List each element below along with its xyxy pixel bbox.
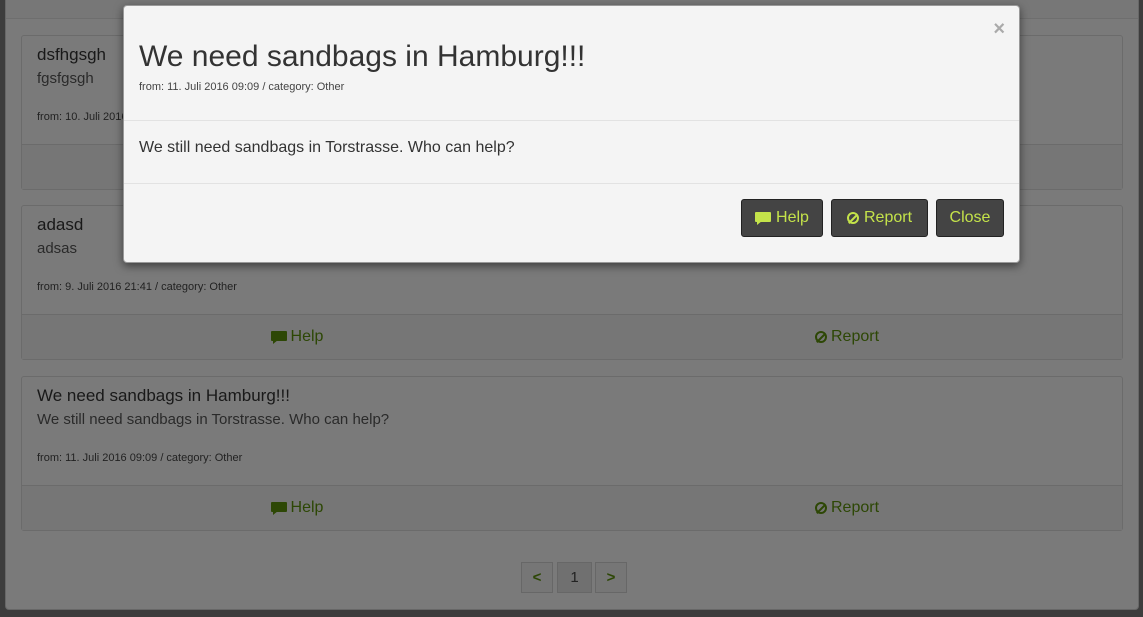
modal-title: We need sandbags in Hamburg!!!: [139, 40, 586, 73]
modal-report-button[interactable]: Report: [831, 199, 928, 237]
request-detail-modal: × We need sandbags in Hamburg!!! from: 1…: [123, 5, 1020, 263]
modal-close-button[interactable]: Close: [936, 199, 1004, 237]
close-icon[interactable]: ×: [993, 19, 1005, 39]
ban-icon: [846, 212, 859, 224]
modal-header: × We need sandbags in Hamburg!!! from: 1…: [124, 6, 1019, 121]
modal-footer: Help Report Close: [124, 184, 1019, 262]
comment-icon: [755, 211, 772, 225]
modal-body: We still need sandbags in Torstrasse. Wh…: [124, 121, 1019, 184]
modal-meta: from: 11. Juli 2016 09:09 / category: Ot…: [139, 81, 345, 93]
modal-close-label: Close: [949, 209, 991, 226]
modal-help-button[interactable]: Help: [741, 199, 823, 237]
modal-body-text: We still need sandbags in Torstrasse. Wh…: [139, 139, 515, 156]
modal-report-label: Report: [863, 209, 913, 226]
modal-help-label: Help: [776, 209, 809, 226]
